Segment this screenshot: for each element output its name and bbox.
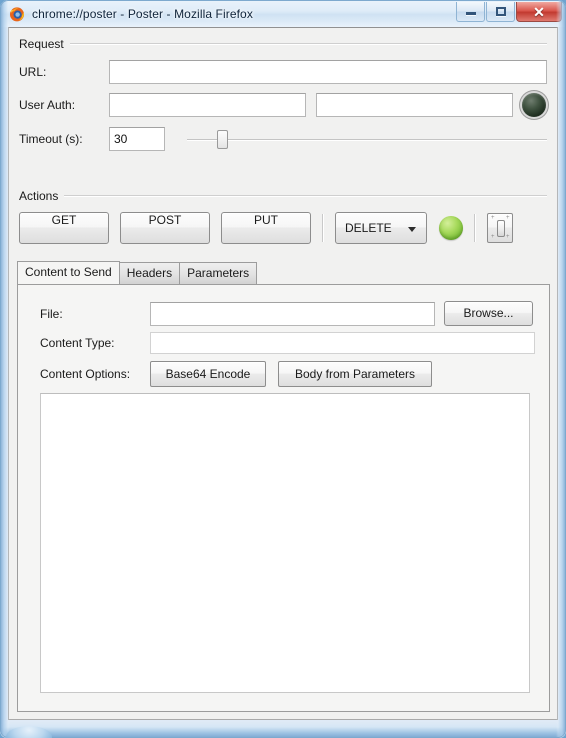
url-input[interactable] bbox=[109, 60, 547, 84]
actions-group: Actions GET POST PUT DELETE + + + + bbox=[19, 188, 547, 244]
get-button[interactable]: GET bbox=[19, 212, 109, 244]
tab-content-to-send[interactable]: Content to Send bbox=[17, 261, 120, 284]
chevron-down-icon bbox=[408, 227, 416, 232]
timeout-label: Timeout (s): bbox=[19, 132, 83, 146]
request-group-separator bbox=[69, 43, 547, 45]
put-button-label: PUT bbox=[254, 213, 278, 227]
screw-bottom-left-icon: + bbox=[491, 234, 495, 240]
user-auth-label: User Auth: bbox=[19, 98, 76, 112]
base64-encode-button-label: Base64 Encode bbox=[165, 367, 251, 381]
status-led-icon bbox=[439, 216, 463, 240]
minimize-icon bbox=[466, 12, 476, 15]
window-bottom-accent bbox=[6, 726, 52, 738]
post-button-label: POST bbox=[148, 213, 182, 227]
url-label: URL: bbox=[19, 65, 47, 79]
body-from-parameters-button-label: Body from Parameters bbox=[294, 367, 416, 381]
request-group-header: Request bbox=[19, 36, 547, 52]
actions-group-separator bbox=[64, 195, 547, 197]
tab-content-to-send-label: Content to Send bbox=[25, 265, 112, 279]
auth-status-indicator-icon bbox=[522, 93, 546, 117]
screw-top-left-icon: + bbox=[491, 215, 495, 221]
content-type-label: Content Type: bbox=[40, 336, 115, 350]
file-input[interactable] bbox=[150, 301, 435, 326]
body-from-parameters-button[interactable]: Body from Parameters bbox=[278, 361, 432, 387]
screw-bottom-right-icon: + bbox=[506, 234, 510, 240]
tab-parameters[interactable]: Parameters bbox=[179, 262, 258, 284]
tab-headers-label: Headers bbox=[126, 266, 173, 280]
auth-username-input[interactable] bbox=[109, 93, 306, 117]
get-button-label: GET bbox=[51, 213, 77, 227]
content-to-send-panel: File: Browse... Content Type: Content Op… bbox=[17, 284, 550, 712]
screw-top-right-icon: + bbox=[506, 215, 510, 221]
window-frame: chrome://poster - Poster - Mozilla Firef… bbox=[0, 0, 566, 738]
actions-divider-1 bbox=[322, 214, 324, 242]
content-type-row: Content Type: bbox=[40, 332, 535, 354]
firefox-icon bbox=[9, 6, 25, 22]
close-button[interactable]: ✕ bbox=[516, 2, 562, 22]
method-dropdown-button[interactable]: DELETE bbox=[335, 212, 427, 244]
request-body-textarea[interactable] bbox=[40, 393, 530, 693]
post-button[interactable]: POST bbox=[120, 212, 210, 244]
slider-track bbox=[187, 139, 547, 141]
toggle-switch-button[interactable]: + + + + bbox=[487, 213, 513, 243]
url-row: URL: bbox=[19, 60, 547, 84]
slider-thumb[interactable] bbox=[217, 130, 228, 149]
content-options-row: Content Options: Base64 Encode Body from… bbox=[40, 361, 432, 387]
base64-encode-button[interactable]: Base64 Encode bbox=[150, 361, 266, 387]
content-options-label: Content Options: bbox=[40, 367, 131, 381]
maximize-button[interactable] bbox=[486, 2, 515, 22]
client-area: Request URL: User Auth: Timeout (s): 30 … bbox=[8, 27, 558, 720]
method-dropdown-label: DELETE bbox=[345, 221, 392, 235]
user-auth-row: User Auth: bbox=[19, 93, 547, 117]
tab-parameters-label: Parameters bbox=[187, 266, 250, 280]
close-icon: ✕ bbox=[533, 4, 545, 20]
actions-group-label: Actions bbox=[19, 189, 59, 203]
actions-row: GET POST PUT DELETE + + + + bbox=[19, 212, 547, 244]
title-bar[interactable]: chrome://poster - Poster - Mozilla Firef… bbox=[1, 1, 565, 27]
window-title: chrome://poster - Poster - Mozilla Firef… bbox=[32, 7, 253, 21]
toggle-switch-icon bbox=[497, 220, 505, 237]
file-label: File: bbox=[40, 306, 63, 321]
request-group: Request URL: User Auth: Timeout (s): bbox=[19, 36, 547, 151]
minimize-button[interactable] bbox=[456, 2, 485, 22]
tab-headers[interactable]: Headers bbox=[118, 262, 181, 284]
timeout-row: Timeout (s): bbox=[19, 127, 547, 151]
put-button[interactable]: PUT bbox=[221, 212, 311, 244]
timeout-input[interactable] bbox=[109, 127, 165, 151]
request-group-label: Request bbox=[19, 37, 64, 51]
timeout-slider[interactable] bbox=[187, 128, 547, 150]
content-type-input[interactable] bbox=[150, 332, 535, 354]
browse-button[interactable]: Browse... bbox=[444, 301, 533, 326]
actions-divider-2 bbox=[474, 214, 476, 242]
tab-bar: Content to Send Headers Parameters bbox=[17, 261, 258, 284]
window-controls: ✕ bbox=[456, 2, 562, 23]
auth-password-input[interactable] bbox=[316, 93, 513, 117]
file-row: File: Browse... bbox=[40, 301, 533, 326]
restore-icon bbox=[496, 7, 506, 16]
actions-group-header: Actions bbox=[19, 188, 547, 204]
browse-button-label: Browse... bbox=[463, 306, 514, 320]
